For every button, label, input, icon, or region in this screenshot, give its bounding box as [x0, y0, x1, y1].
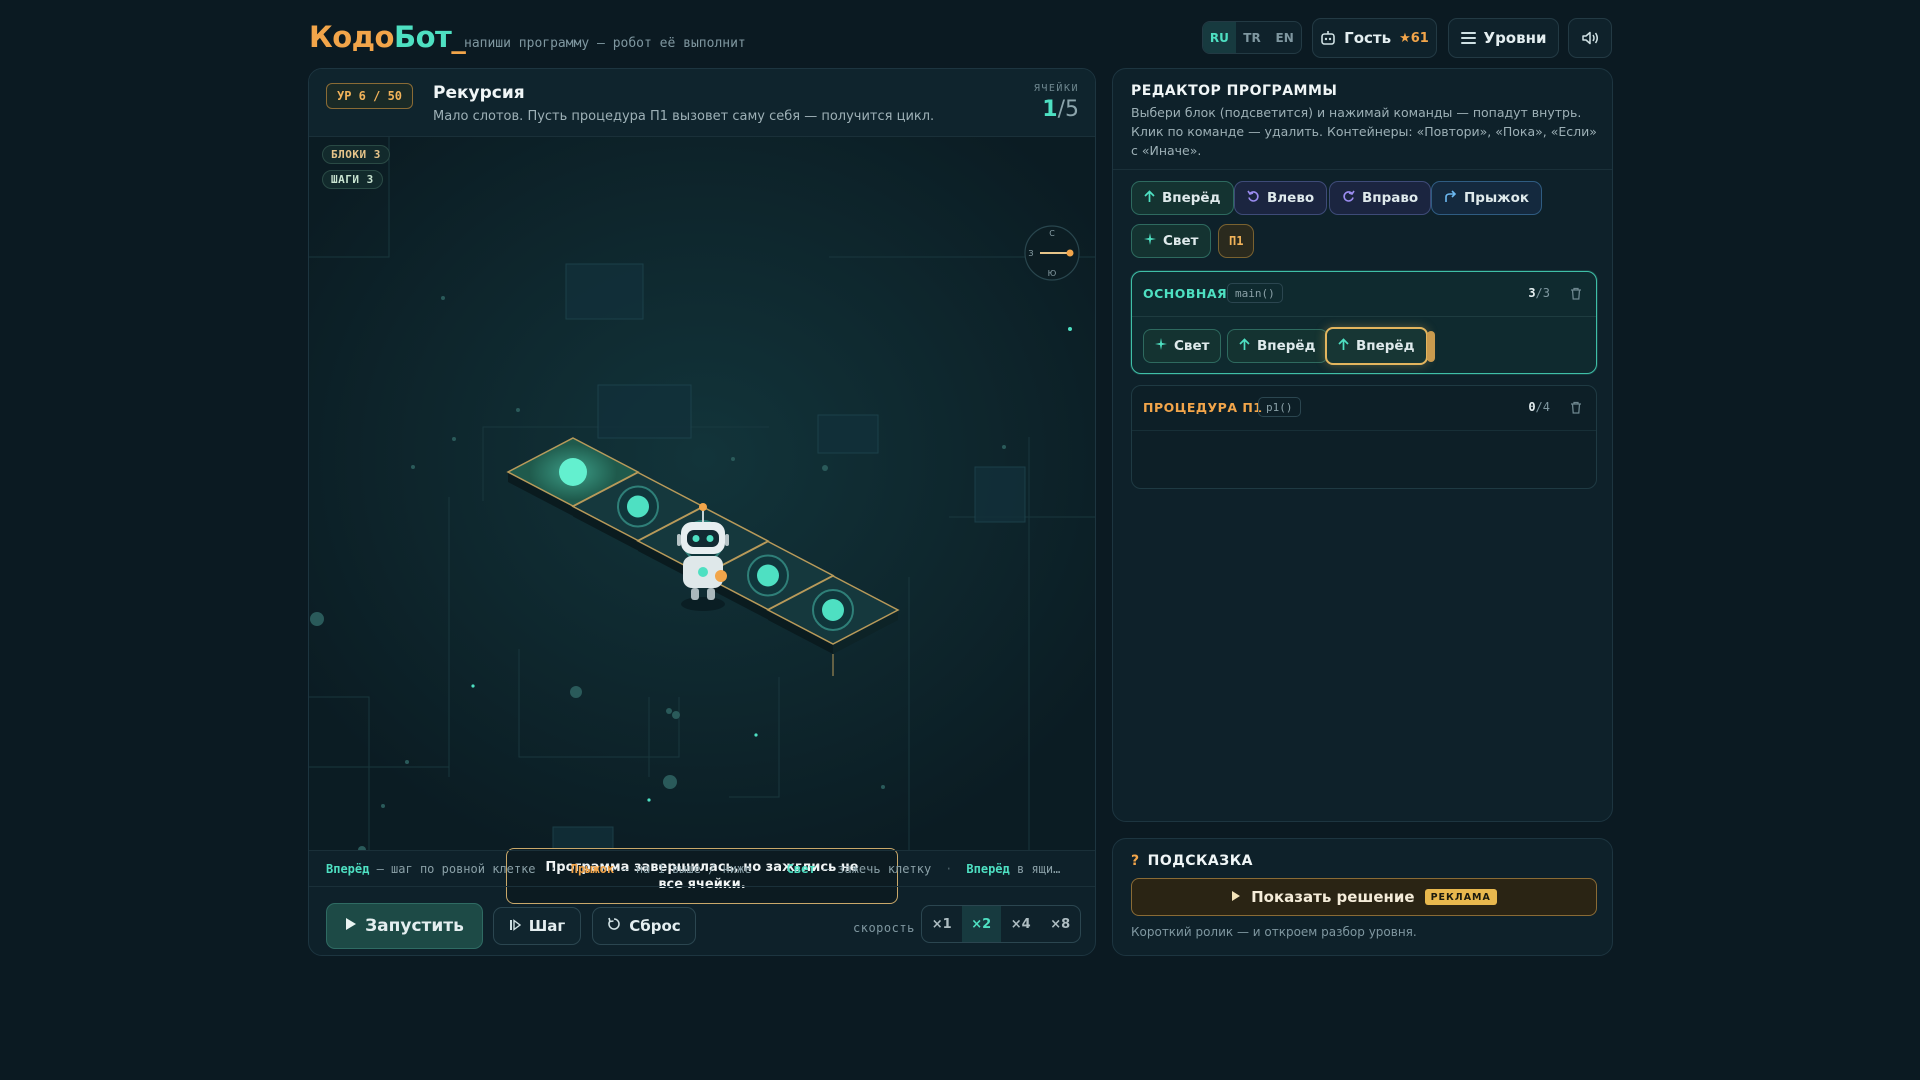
jump-arrow-icon: [1444, 189, 1457, 207]
main-block-name: ОСНОВНАЯ: [1143, 286, 1228, 301]
sparkle-icon: [1144, 233, 1156, 249]
compass-west: З: [1028, 249, 1033, 258]
speed-selector: ×1 ×2 ×4 ×8: [921, 905, 1081, 943]
speaker-icon: [1581, 31, 1599, 45]
cmd-forward-button[interactable]: Вперёд: [1131, 181, 1234, 215]
game-panel: УР 6 / 50 Рекурсия Мало слотов. Пусть пр…: [308, 68, 1096, 956]
speed-label: скорость: [853, 921, 915, 935]
speed-x1[interactable]: ×1: [922, 906, 962, 942]
rotate-left-icon: [1247, 190, 1260, 207]
step-button[interactable]: Шаг: [493, 907, 581, 945]
cells-counter: 1/5: [1042, 97, 1079, 122]
speed-x2[interactable]: ×2: [961, 906, 1001, 942]
ad-badge: РЕКЛАМА: [1424, 889, 1497, 905]
levels-button[interactable]: Уровни: [1448, 18, 1559, 58]
step-icon: [509, 917, 521, 935]
cmd-proc-button[interactable]: П1: [1218, 224, 1255, 258]
question-icon: ?: [1131, 853, 1140, 869]
cmd-jump-button[interactable]: Прыжок: [1431, 181, 1543, 215]
cmd-right-button[interactable]: Вправо: [1329, 181, 1432, 215]
proc-block-name: ПРОЦЕДУРА П1: [1143, 400, 1263, 415]
hint-panel: ? ПОДСКАЗКА Показать решение РЕКЛАМА Коро…: [1112, 838, 1613, 956]
rotate-right-icon: [1342, 190, 1355, 207]
speed-x4[interactable]: ×4: [1001, 906, 1041, 942]
lang-ru[interactable]: RU: [1203, 22, 1236, 53]
main-block-count: 3/3: [1528, 286, 1550, 300]
game-stage: БЛОКИ 3 ШАГИ 3 С Ю З Программа завершила…: [309, 137, 1095, 904]
procedure-block[interactable]: ПРОЦЕДУРА П1 p1() 0/4: [1131, 385, 1597, 489]
reset-button[interactable]: Сброс: [592, 907, 696, 945]
trash-icon[interactable]: [1570, 285, 1582, 304]
hint-title: ? ПОДСКАЗКА: [1131, 853, 1253, 869]
menu-icon: [1460, 32, 1476, 44]
sound-button[interactable]: [1568, 18, 1612, 58]
trash-icon[interactable]: [1570, 399, 1582, 418]
compass: С Ю З: [1024, 225, 1080, 281]
robot-icon: [1320, 30, 1336, 46]
proc-block-fn: p1(): [1258, 397, 1301, 417]
play-icon: [1231, 888, 1241, 906]
cmd-left-button[interactable]: Влево: [1234, 181, 1328, 215]
speed-x8[interactable]: ×8: [1041, 906, 1081, 942]
user-button[interactable]: Гость ★61: [1312, 18, 1437, 58]
logo: КодоБот_: [309, 20, 466, 54]
compass-north: С: [1049, 229, 1055, 238]
blocks-stat: БЛОКИ 3: [322, 145, 390, 164]
main-slot-1[interactable]: Свет: [1143, 329, 1222, 363]
run-controls: Запустить Шаг Сброс скорость ×1 ×2 ×4 ×8: [309, 886, 1095, 955]
cells-label: ЯЧЕЙКИ: [1033, 83, 1079, 94]
sparkle-icon: [1155, 338, 1167, 354]
editor-title: РЕДАКТОР ПРОГРАММЫ: [1131, 83, 1338, 99]
run-button[interactable]: Запустить: [326, 903, 483, 949]
language-switcher: RU TR EN: [1202, 21, 1302, 54]
hint-note: Короткий ролик — и откроем разбор уровня…: [1131, 925, 1417, 939]
user-name: Гость: [1344, 29, 1392, 47]
reset-icon: [607, 917, 621, 935]
level-title: Рекурсия: [433, 83, 525, 103]
steps-stat: ШАГИ 3: [322, 170, 383, 189]
main-slot-3[interactable]: Вперёд: [1325, 327, 1428, 365]
level-badge: УР 6 / 50: [326, 83, 414, 109]
proc-block-count: 0/4: [1528, 400, 1550, 414]
board-canvas: [309, 137, 1095, 850]
arrow-up-icon: [1144, 189, 1155, 207]
command-legend: Вперёд — шаг по ровной клетке · Прыжок —…: [309, 850, 1095, 886]
program-editor: РЕДАКТОР ПРОГРАММЫ Выбери блок (подсвети…: [1112, 68, 1613, 822]
compass-south: Ю: [1048, 269, 1057, 278]
lang-en[interactable]: EN: [1268, 22, 1301, 53]
lang-tr[interactable]: TR: [1236, 22, 1269, 53]
user-stars: ★61: [1399, 30, 1429, 46]
play-icon: [345, 916, 357, 936]
tagline: напиши программу — робот её выполнит: [464, 36, 746, 51]
level-description: Мало слотов. Пусть процедура П1 вызовет …: [433, 109, 935, 124]
level-header: УР 6 / 50 Рекурсия Мало слотов. Пусть пр…: [309, 69, 1095, 137]
arrow-up-icon: [1239, 337, 1250, 355]
editor-description: Выбери блок (подсветится) и нажимай кома…: [1131, 105, 1597, 158]
show-solution-button[interactable]: Показать решение РЕКЛАМА: [1131, 878, 1597, 916]
cmd-light-button[interactable]: Свет: [1131, 224, 1212, 258]
main-block-fn: main(): [1227, 283, 1283, 303]
arrow-up-icon: [1338, 337, 1349, 355]
main-block[interactable]: ОСНОВНАЯ main() 3/3 Свет Вперёд Вперёд: [1131, 271, 1597, 374]
levels-label: Уровни: [1483, 29, 1547, 47]
main-slot-2[interactable]: Вперёд: [1227, 329, 1328, 363]
insert-cursor: [1427, 331, 1435, 362]
